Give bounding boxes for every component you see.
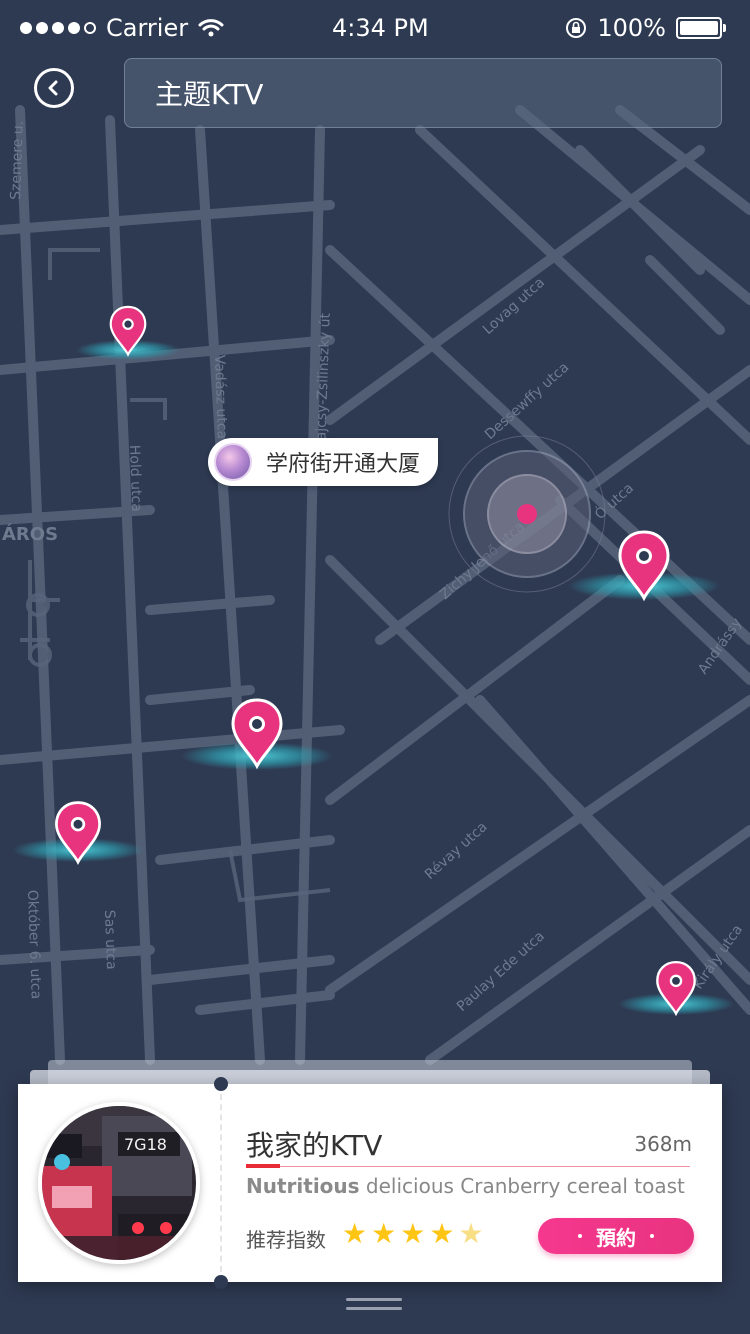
status-time: 4:34 PM [332,14,429,42]
title-underline-accent [246,1164,280,1168]
card-notch [214,1077,228,1091]
street-label: Szemere u. [8,121,27,200]
venue-photo: 7G18 [38,1102,200,1264]
street-label: Hold utca [126,445,144,512]
current-location-label: 学府街开通大厦 [266,452,421,477]
star-icon: ★ [458,1217,484,1250]
dot-icon [650,1234,654,1238]
signal-icon [20,22,96,34]
street-label: Vadász utca [211,355,230,440]
venue-card[interactable]: 7G18 我家的KTV 368m Nutritious delicious Cr… [18,1077,722,1289]
bottom-handle-icon[interactable] [346,1298,402,1316]
battery-icon [676,17,726,39]
rating-label: 推荐指数 [246,1228,326,1252]
star-icon: ★ [429,1217,455,1250]
title-underline [246,1166,690,1167]
book-button[interactable]: 預約 [538,1218,694,1254]
status-bar: Carrier 4:34 PM 100% [0,0,750,56]
venue-description: Nutritious delicious Cranberry cereal to… [246,1174,685,1198]
star-icon: ★ [371,1217,397,1250]
venue-distance: 368m [634,1132,692,1156]
street-label: ÁROS [2,523,58,545]
star-icon: ★ [342,1217,368,1250]
current-location-bubble[interactable]: 学府街开通大厦 [208,438,439,486]
wifi-icon [198,19,224,37]
back-icon [48,80,58,96]
card-divider [220,1084,222,1282]
photo-sign: 7G18 [124,1135,167,1154]
rotation-lock-icon [566,18,587,38]
back-button[interactable] [34,68,74,108]
dot-icon [578,1234,582,1238]
book-label: 預約 [596,1225,636,1250]
venue-description-rest: delicious Cranberry cereal toast [359,1174,685,1198]
search-value: 主题KTV [155,78,264,111]
battery-percent: 100% [597,14,666,42]
card-notch [214,1275,228,1289]
star-icon: ★ [400,1217,426,1250]
rating-stars: ★ ★ ★ ★ ★ [342,1220,484,1248]
venue-title: 我家的KTV [246,1129,383,1162]
carrier-label: Carrier [106,14,189,42]
venue-description-bold: Nutritious [246,1174,360,1198]
avatar [214,443,252,481]
street-label: Sas utca [101,910,119,970]
search-input[interactable]: 主题KTV [124,58,722,128]
